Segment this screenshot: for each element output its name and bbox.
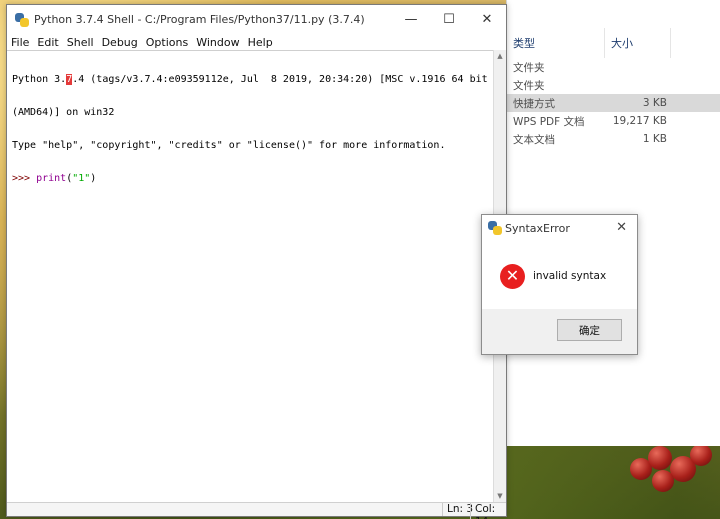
- error-message: invalid syntax: [533, 270, 607, 282]
- shell-prompt: >>>: [12, 173, 37, 184]
- column-header-type[interactable]: 类型: [507, 28, 605, 58]
- shell-text-area[interactable]: Python 3.7.4 (tags/v3.7.4:e09359112e, Ju…: [7, 50, 493, 502]
- explorer-row[interactable]: 文本文档 1 KB: [507, 130, 720, 148]
- window-title: Python 3.7.4 Shell - C:/Program Files/Py…: [34, 13, 365, 26]
- ok-button[interactable]: 确定: [557, 319, 622, 341]
- wallpaper-grapes: [630, 440, 720, 500]
- banner-line-1: Python 3.7.4 (tags/v3.7.4:e09359112e, Ju…: [12, 74, 488, 85]
- scroll-up-arrow-icon[interactable]: ▲: [494, 50, 506, 62]
- explorer-row[interactable]: 文件夹: [507, 58, 720, 76]
- banner-line-3: Type "help", "copyright", "credits" or "…: [12, 140, 446, 151]
- error-icon: ✕: [500, 263, 525, 289]
- menu-shell[interactable]: Shell: [67, 36, 94, 49]
- row-type: WPS PDF 文档: [513, 115, 585, 128]
- code-keyword: print: [36, 173, 67, 184]
- row-size: 19,217 KB: [612, 115, 667, 127]
- menu-window[interactable]: Window: [196, 36, 239, 49]
- dialog-footer: 确定: [482, 309, 637, 354]
- python-icon: [15, 12, 29, 27]
- dialog-titlebar[interactable]: SyntaxError: [482, 215, 637, 241]
- row-type: 快捷方式: [513, 97, 555, 110]
- explorer-column-headers: 类型 大小: [507, 28, 720, 58]
- status-line: Ln: 3: [442, 503, 473, 516]
- shell-titlebar[interactable]: Python 3.7.4 Shell - C:/Program Files/Py…: [7, 5, 506, 34]
- row-type: 文件夹: [513, 79, 545, 92]
- python-shell-window: Python 3.7.4 Shell - C:/Program Files/Py…: [6, 4, 507, 519]
- dialog-title: SyntaxError: [505, 221, 570, 235]
- row-type: 文件夹: [513, 61, 545, 74]
- menu-help[interactable]: Help: [248, 36, 273, 49]
- menu-file[interactable]: File: [11, 36, 29, 49]
- explorer-row[interactable]: WPS PDF 文档 19,217 KB: [507, 112, 720, 130]
- code-string: "1": [72, 173, 91, 184]
- close-button[interactable]: ✕: [468, 5, 506, 34]
- maximize-button[interactable]: ☐: [430, 5, 468, 34]
- dialog-body: ✕ invalid syntax: [482, 241, 637, 311]
- menu-options[interactable]: Options: [146, 36, 188, 49]
- row-size: 3 KB: [642, 97, 667, 109]
- syntax-error-dialog: SyntaxError ✕ ✕ invalid syntax 确定: [481, 214, 638, 355]
- row-size: 1 KB: [642, 133, 667, 145]
- explorer-row-selected[interactable]: 快捷方式 3 KB: [507, 94, 720, 112]
- explorer-row[interactable]: 文件夹: [507, 76, 720, 94]
- menu-bar: File Edit Shell Debug Options Window Hel…: [7, 34, 506, 50]
- input-line: >>> print("1"): [12, 173, 97, 184]
- menu-edit[interactable]: Edit: [37, 36, 58, 49]
- status-column: Col: 14: [470, 503, 506, 519]
- python-icon: [488, 221, 502, 235]
- scroll-down-arrow-icon[interactable]: ▼: [494, 490, 506, 502]
- row-type: 文本文档: [513, 133, 555, 146]
- menu-debug[interactable]: Debug: [102, 36, 138, 49]
- dialog-close-icon[interactable]: ✕: [616, 220, 627, 235]
- status-bar: Ln: 3 Col: 14: [7, 502, 506, 519]
- minimize-button[interactable]: —: [392, 5, 430, 34]
- banner-line-2: (AMD64)] on win32: [12, 107, 115, 118]
- column-header-size[interactable]: 大小: [605, 28, 671, 58]
